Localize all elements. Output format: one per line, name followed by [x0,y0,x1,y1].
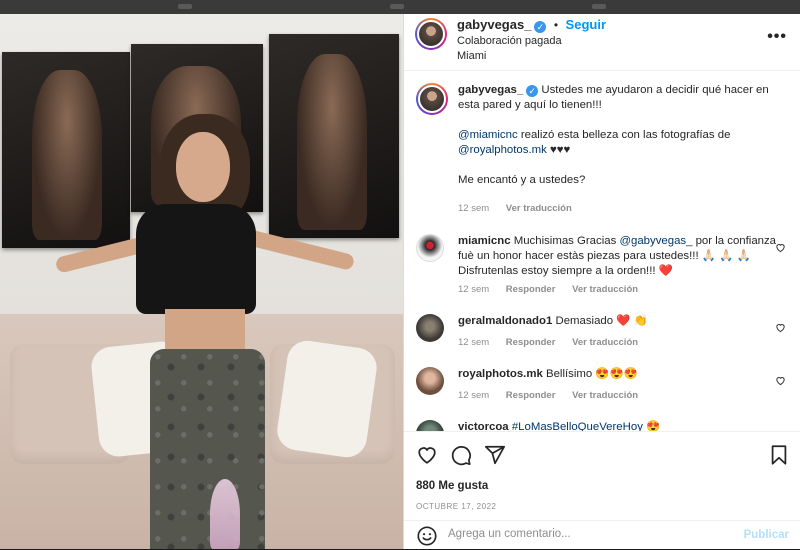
browser-top-strip [0,0,800,14]
comment-username[interactable]: royalphotos.mk [458,368,543,380]
avatar[interactable] [416,420,444,431]
comment-time[interactable]: 12 sem [458,337,489,348]
more-options-icon[interactable]: ••• [767,28,787,46]
see-translation-link[interactable]: Ver traducción [572,390,638,401]
emoji-icon[interactable] [416,525,438,547]
comment-text: victorcoa #LoMasBelloQueVereHoy 😍 [458,420,778,431]
see-translation-link[interactable]: Ver traducción [572,284,638,295]
follow-button[interactable]: Seguir [566,17,606,32]
comment-item: royalphotos.mk Bellísimo 😍😍😍 12 sem Resp… [416,367,786,412]
reply-button[interactable]: Responder [506,284,556,295]
caption-text: gabyvegas_ ✓ Ustedes me ayudaron a decidi… [458,83,778,188]
likes-count[interactable]: 880 Me gusta [416,480,488,492]
post-image[interactable] [0,14,403,549]
comment-meta: 12 sem Responder Ver traducción [458,337,652,348]
post-date[interactable]: OCTUBRE 17, 2022 [416,502,496,511]
action-icons-row [416,444,789,468]
comments-scroll-area[interactable]: gabyvegas_ ✓ Ustedes me ayudaron a decidi… [404,71,800,431]
verified-badge-icon: ✓ [534,21,547,33]
heart-icon[interactable] [416,444,438,466]
comment-body: Muchisimas Gracias [510,235,620,247]
paid-partnership-label[interactable]: Colaboración pagada [457,34,606,49]
avatar[interactable] [415,18,447,50]
comment-body: Bellísimo 😍😍😍 [542,368,638,380]
mention-miamicnc[interactable]: @miamicnc [458,129,518,141]
comment-text: miamicnc Muchisimas Gracias @gabyvegas_ … [458,234,778,279]
wall-photo-left [2,52,130,248]
add-comment-bar: Publicar [404,520,800,550]
comment-text: royalphotos.mk Bellísimo 😍😍😍 [458,367,778,382]
like-comment-heart-icon[interactable] [775,242,786,253]
mention-royalphotos[interactable]: @royalphotos.mk [458,144,547,156]
caption-line3: Me encantó y a ustedes? [458,174,586,186]
caption-hearts: ♥♥♥ [546,144,571,156]
avatar[interactable] [416,83,448,115]
header-meta: gabyvegas_ ✓ • Seguir Colaboración pagada… [457,16,606,64]
caption-meta: 12 sem Ver traducción [458,203,586,214]
like-comment-heart-icon[interactable] [775,322,786,333]
strip-mark [390,4,404,9]
avatar[interactable] [416,234,444,262]
comment-time[interactable]: 12 sem [458,390,489,401]
username-link[interactable]: gabyvegas_ [457,17,531,32]
location-link[interactable]: Miami [457,49,606,64]
comment-time[interactable]: 12 sem [458,284,489,295]
comment-meta: 12 sem Responder Ver traducción [458,390,652,401]
comment-body: 😍 [642,421,661,431]
reply-button[interactable]: Responder [506,337,556,348]
see-translation-link[interactable]: Ver traducción [572,337,638,348]
avatar[interactable] [416,314,444,342]
strip-mark [178,4,192,9]
bookmark-icon[interactable] [769,444,789,466]
hashtag-link[interactable]: #LoMasBelloQueVereHoy [512,421,643,431]
comment-text: geralmaldonado1 Demasiado ❤️ 👏 [458,314,778,329]
comment-username[interactable]: victorcoa [458,421,509,431]
like-comment-heart-icon[interactable] [775,375,786,386]
plant-decoration [210,479,240,549]
publish-button[interactable]: Publicar [744,529,789,541]
caption-line2: realizó esta belleza con las fotografías… [517,129,731,141]
dot-separator: • [553,18,559,32]
avatar[interactable] [416,367,444,395]
reply-button[interactable]: Responder [506,390,556,401]
verified-badge-icon: ✓ [526,85,539,97]
comment-item: victorcoa #LoMasBelloQueVereHoy 😍 [416,420,786,431]
see-translation-link[interactable]: Ver traducción [506,203,572,214]
comment-username[interactable]: miamicnc [458,235,511,247]
comment-body: Demasiado ❤️ 👏 [552,315,648,327]
caption: gabyvegas_ ✓ Ustedes me ayudaron a decidi… [416,83,786,214]
comment-input[interactable] [448,528,728,540]
post-header: gabyvegas_ ✓ • Seguir Colaboración pagada… [404,14,800,71]
comment-icon[interactable] [450,444,472,466]
strip-mark [592,4,606,9]
caption-username[interactable]: gabyvegas_ [458,84,523,96]
comment-item: geralmaldonado1 Demasiado ❤️ 👏 12 sem Re… [416,314,786,359]
comment-mention[interactable]: @gabyvegas_ [619,235,692,247]
post-side-panel: gabyvegas_ ✓ • Seguir Colaboración pagada… [403,14,800,549]
share-icon[interactable] [484,444,506,466]
comment-username[interactable]: geralmaldonado1 [458,315,552,327]
caption-time[interactable]: 12 sem [458,203,489,214]
comment-meta: 12 sem Responder Ver traducción [458,284,652,295]
comment-item: miamicnc Muchisimas Gracias @gabyvegas_ … [416,234,786,304]
wall-photo-right [269,34,399,238]
post-actions: 880 Me gusta OCTUBRE 17, 2022 Publicar [404,431,800,549]
pillow [274,338,380,460]
